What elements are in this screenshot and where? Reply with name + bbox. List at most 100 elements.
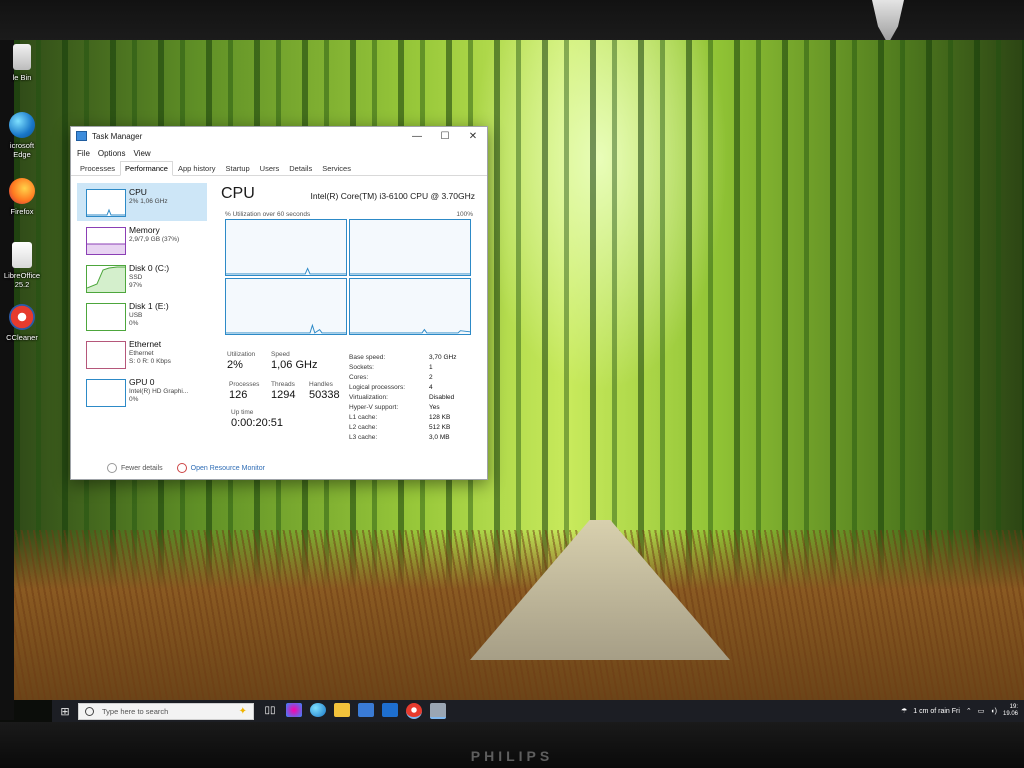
monitor-bezel-top	[0, 0, 1024, 40]
volume-icon[interactable]: ◖)	[990, 708, 997, 715]
spec-value: Yes	[429, 404, 440, 411]
desktop-icon-recycle-bin[interactable]: le Bin	[0, 44, 44, 82]
open-resource-monitor-link[interactable]: Open Resource Monitor	[176, 463, 265, 473]
desktop-icon-libreoffice[interactable]: LibreOffice 25.2	[0, 242, 44, 289]
resource-sidebar: CPU 2% 1,06 GHz Memory 2,9/7,9 GB (37%) …	[77, 183, 207, 453]
tab-processes[interactable]: Processes	[75, 161, 120, 175]
cpu-core-graph	[349, 219, 471, 276]
tab-strip: Processes Performance App history Startu…	[71, 161, 487, 176]
desktop-icon-edge[interactable]: icrosoft Edge	[0, 112, 44, 159]
sidebar-item-cpu[interactable]: CPU 2% 1,06 GHz	[77, 183, 207, 221]
tab-startup[interactable]: Startup	[220, 161, 254, 175]
sidebar-item-subtitle: USB 0%	[129, 312, 143, 327]
desktop-icon-label: Firefox	[10, 207, 34, 216]
resource-monitor-label: Open Resource Monitor	[190, 464, 265, 472]
cpu-detail-pane: CPU Intel(R) Core(TM) i3-6100 CPU @ 3.70…	[215, 183, 479, 453]
taskbar-clock[interactable]: 19: 19.06	[1003, 704, 1018, 718]
sidebar-item-title: Disk 0 (C:)	[129, 263, 170, 273]
weather-icon[interactable]: ☂	[901, 707, 907, 715]
stat-label: Handles	[309, 381, 333, 388]
task-view-icon[interactable]: ▯▯	[262, 703, 278, 717]
sidebar-item-gpu-0[interactable]: GPU 0 Intel(R) HD Graphi... 0%	[77, 373, 207, 411]
file-explorer-icon[interactable]	[334, 703, 350, 717]
chevron-up-icon[interactable]: ⌃	[966, 707, 972, 715]
edge-icon[interactable]	[310, 703, 326, 717]
title-bar[interactable]: Task Manager — ☐ ✕	[71, 127, 487, 145]
tab-performance[interactable]: Performance	[120, 161, 173, 176]
fewer-details-button[interactable]: Fewer details	[107, 463, 163, 473]
weather-text[interactable]: 1 cm of rain Fri	[913, 708, 960, 715]
sidebar-item-title: GPU 0	[129, 377, 155, 387]
spec-key: Sockets:	[349, 364, 374, 371]
network-icon[interactable]: ▭	[978, 707, 985, 715]
spec-value: 2	[429, 374, 433, 381]
copilot-icon[interactable]	[286, 703, 302, 717]
tab-users[interactable]: Users	[255, 161, 285, 175]
stat-value: 1,06 GHz	[271, 359, 318, 371]
sidebar-item-ethernet[interactable]: Ethernet Ethernet S: 0 R: 0 Kbps	[77, 335, 207, 373]
clock-date: 19.06	[1002, 711, 1018, 717]
tab-services[interactable]: Services	[317, 161, 356, 175]
stat-value: 0:00:20:51	[231, 417, 283, 429]
monitor-brand-logo: PHILIPS	[470, 748, 554, 764]
ccleaner-icon[interactable]	[406, 703, 422, 719]
minimize-button[interactable]: —	[403, 131, 431, 142]
firefox-icon	[9, 178, 35, 204]
spec-row: Virtualization: Disabled	[349, 393, 479, 403]
sidebar-item-disk-1[interactable]: Disk 1 (E:) USB 0%	[77, 297, 207, 335]
spec-value: 4	[429, 384, 433, 391]
sidebar-item-subtitle: 2% 1,06 GHz	[129, 198, 168, 205]
tab-app-history[interactable]: App history	[173, 161, 221, 175]
spec-row: Base speed: 3,70 GHz	[349, 353, 479, 363]
cpu-graph-grid	[225, 219, 471, 335]
graph-max-label: 100%	[456, 211, 473, 218]
cpu-core-graph	[225, 219, 347, 276]
sidebar-item-memory[interactable]: Memory 2,9/7,9 GB (37%)	[77, 221, 207, 259]
spec-key: Cores:	[349, 374, 369, 381]
ethernet-mini-graph	[86, 341, 126, 369]
sidebar-item-disk-0[interactable]: Disk 0 (C:) SSD 97%	[77, 259, 207, 297]
disk-1-mini-graph	[86, 303, 126, 331]
start-button[interactable]: ⊞	[52, 705, 78, 718]
performance-panel: CPU 2% 1,06 GHz Memory 2,9/7,9 GB (37%) …	[71, 179, 487, 459]
desktop-icon-firefox[interactable]: Firefox	[0, 178, 44, 216]
stat-utilization: Utilization 2%	[227, 351, 255, 371]
mail-icon[interactable]	[382, 703, 398, 717]
stat-processes: Processes 126	[229, 381, 259, 401]
spec-row: Logical processors: 4	[349, 383, 479, 393]
menu-view[interactable]: View	[133, 149, 150, 158]
taskbar-apps: ▯▯	[262, 703, 446, 719]
fewer-details-label: Fewer details	[121, 464, 163, 472]
cpu-heading: CPU	[221, 185, 255, 202]
cpu-core-graph	[349, 278, 471, 335]
spec-key: L3 cache:	[349, 434, 378, 441]
spec-value: 3,0 MB	[429, 434, 450, 441]
taskbar-search-box[interactable]: Type here to search ✦	[78, 702, 254, 720]
task-manager-taskbar-icon[interactable]	[430, 703, 446, 719]
task-manager-window[interactable]: Task Manager — ☐ ✕ File Options View Pro…	[70, 126, 488, 480]
spec-key: Virtualization:	[349, 394, 388, 401]
spec-value: 128 KB	[429, 414, 451, 421]
chevron-up-icon	[107, 463, 117, 473]
spec-row: Sockets: 1	[349, 363, 479, 373]
tab-details[interactable]: Details	[284, 161, 317, 175]
stat-label: Processes	[229, 381, 260, 388]
desktop-icon-label: le Bin	[12, 73, 32, 82]
menu-file[interactable]: File	[77, 149, 90, 158]
cpu-model-name: Intel(R) Core(TM) i3-6100 CPU @ 3.70GHz	[310, 191, 475, 201]
recycle-bin-icon	[13, 44, 31, 70]
stat-label: Threads	[271, 381, 295, 388]
spec-value: 1	[429, 364, 433, 371]
search-placeholder: Type here to search	[102, 706, 169, 716]
desktop-icon-ccleaner[interactable]: CCleaner	[0, 304, 44, 342]
close-button[interactable]: ✕	[459, 131, 487, 142]
search-highlight-icon: ✦	[238, 705, 247, 717]
stat-handles: Handles 50338	[309, 381, 340, 401]
menu-options[interactable]: Options	[98, 149, 126, 158]
graph-label: % Utilization over 60 seconds	[225, 211, 311, 218]
maximize-button[interactable]: ☐	[431, 131, 459, 142]
store-icon[interactable]	[358, 703, 374, 717]
search-icon	[85, 706, 94, 716]
stat-value: 126	[229, 389, 248, 401]
sidebar-item-title: CPU	[129, 187, 147, 197]
